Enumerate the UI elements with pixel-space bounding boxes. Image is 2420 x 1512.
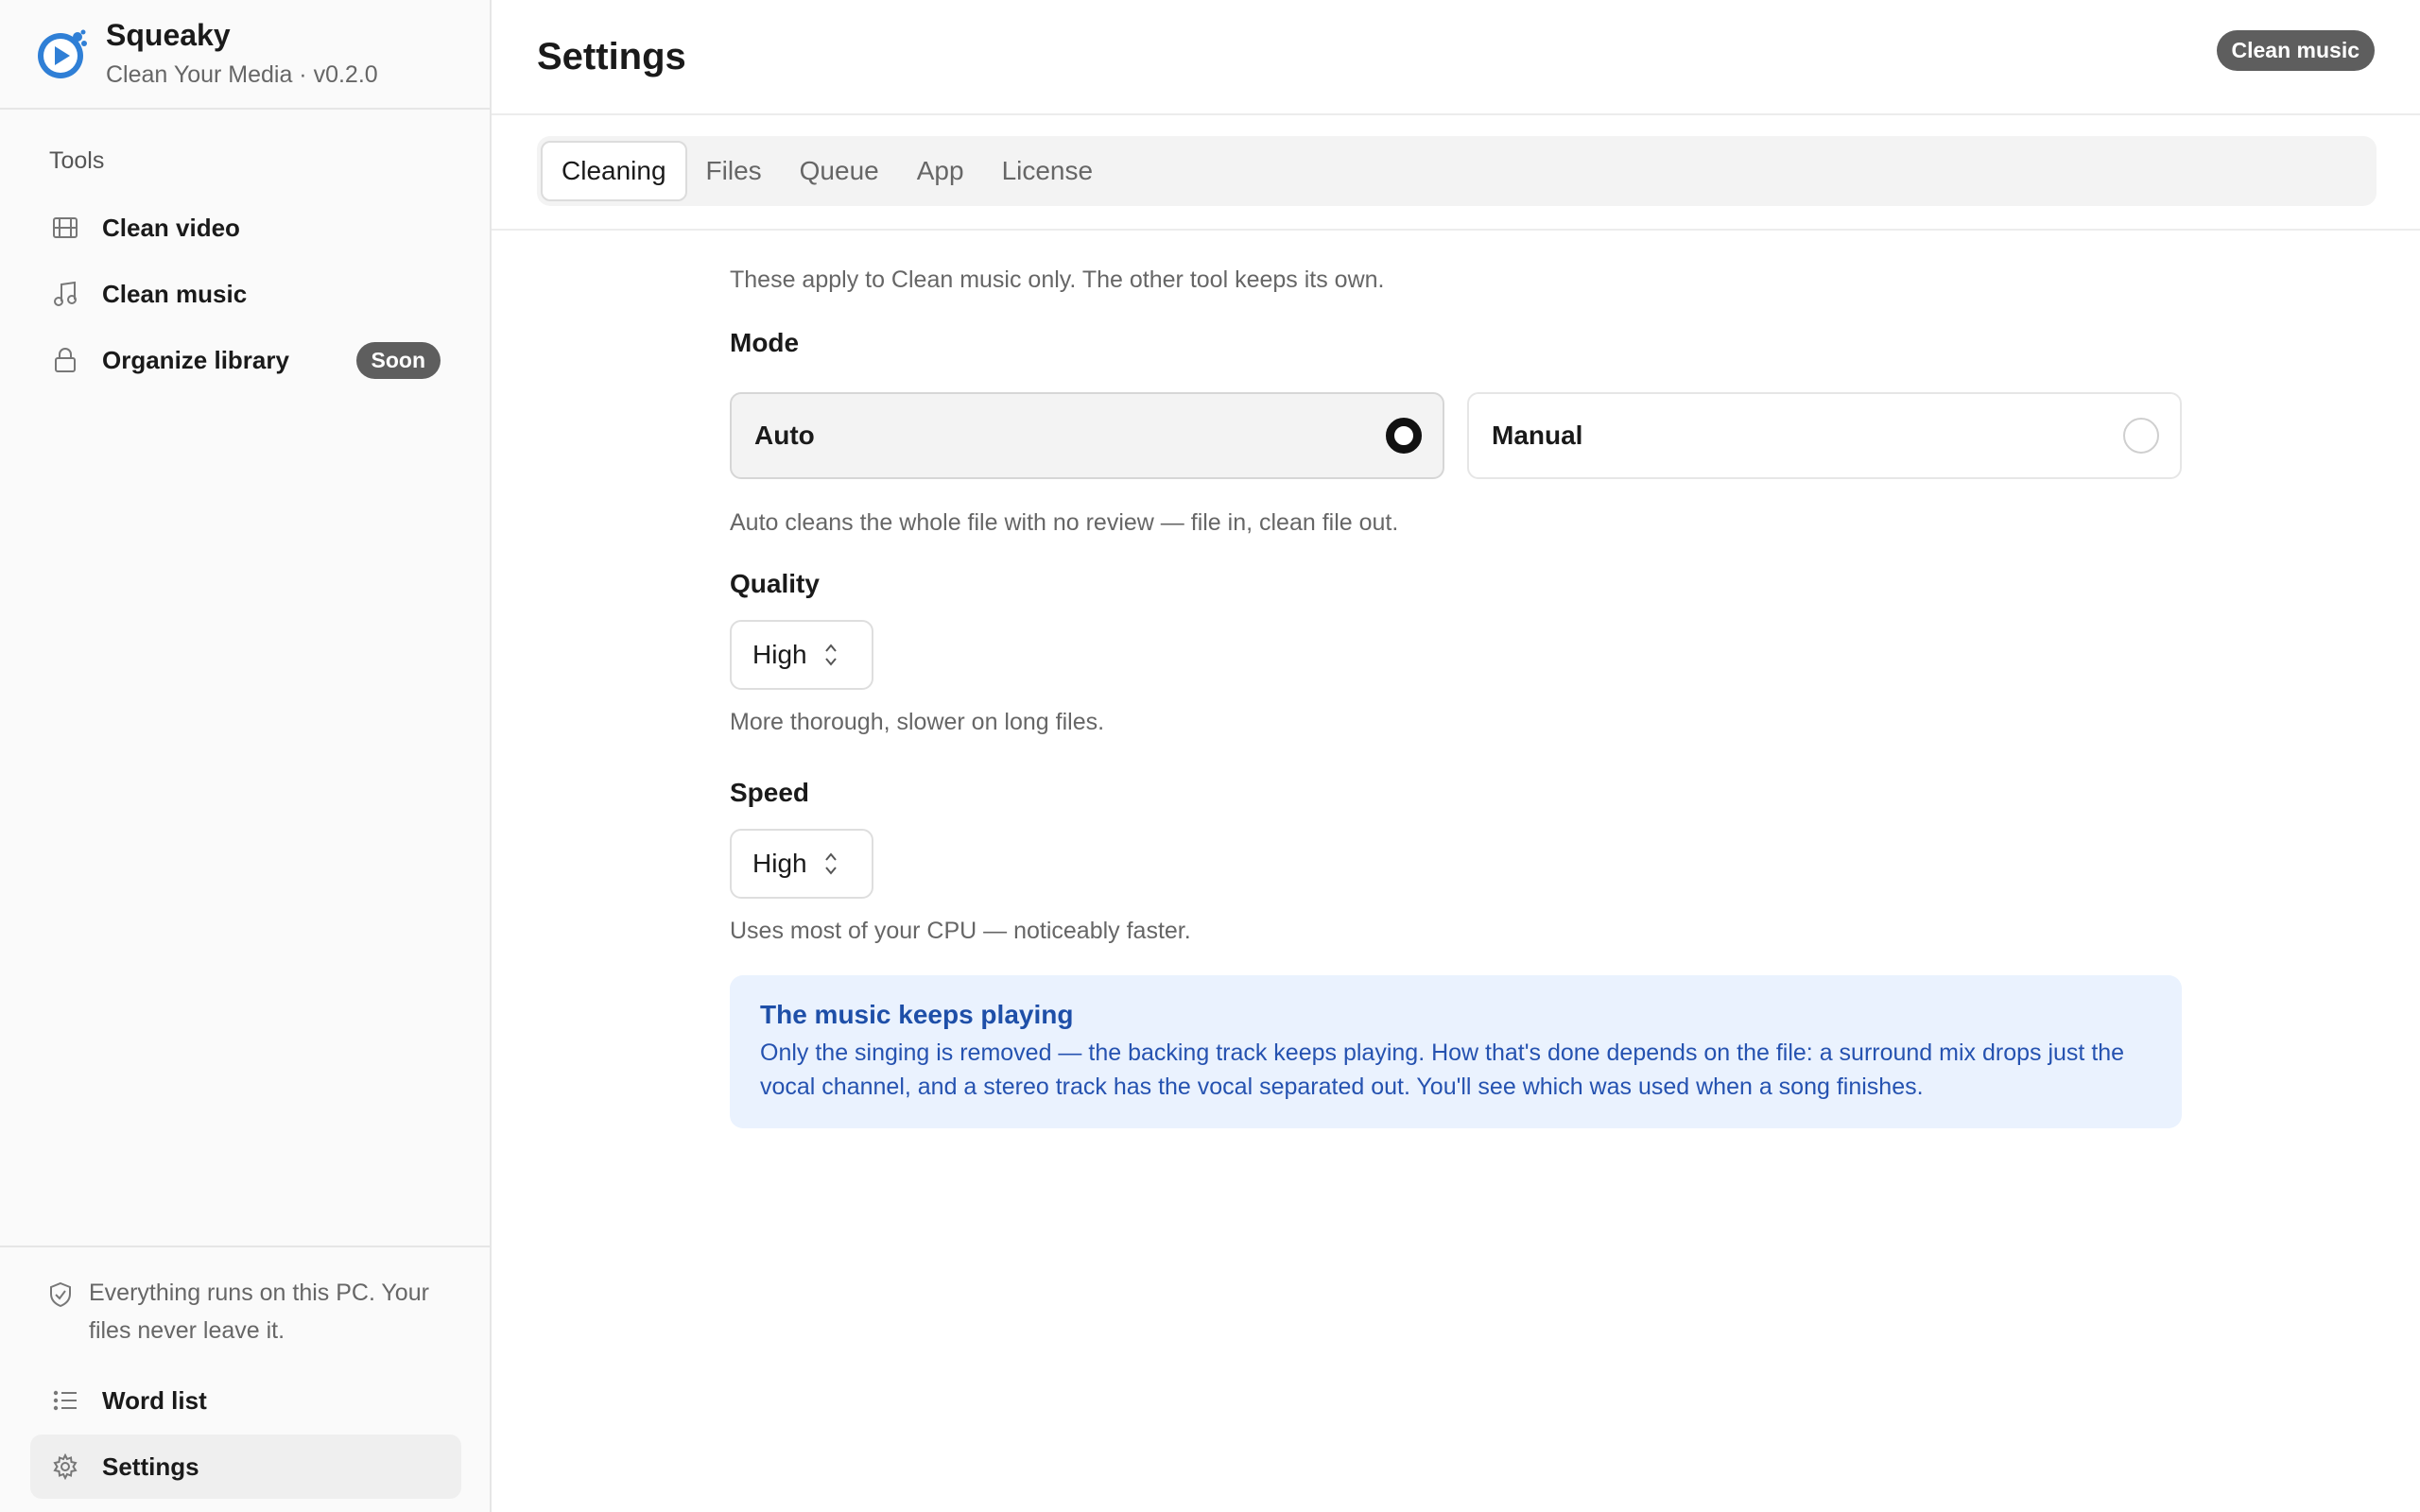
intro-text: These apply to Clean music only. The oth… — [730, 266, 1385, 293]
radio-manual[interactable] — [2123, 418, 2159, 454]
sidebar-item-label: Word list — [102, 1385, 207, 1415]
sidebar-item-label: Clean video — [102, 213, 240, 242]
chevron-up-down-icon — [822, 850, 839, 878]
top-bar: Settings Clean music — [492, 0, 2420, 115]
speed-value: High — [752, 849, 807, 878]
quality-help: More thorough, slower on long files. — [730, 709, 1105, 735]
tab-app[interactable]: App — [898, 141, 983, 201]
mode-options: Auto Manual — [730, 392, 2182, 479]
app-logo-icon — [38, 29, 87, 78]
speed-select[interactable]: High — [730, 829, 873, 899]
sidebar-item-organize-library[interactable]: Organize library Soon — [30, 327, 461, 393]
privacy-text: Everything runs on this PC. Your files n… — [89, 1280, 429, 1344]
quality-value: High — [752, 640, 807, 669]
sidebar-item-label: Clean music — [102, 279, 248, 308]
tabs-divider — [492, 229, 2420, 231]
info-callout: The music keeps playing Only the singing… — [730, 975, 2182, 1128]
sidebar-item-clean-music[interactable]: Clean music — [30, 261, 461, 327]
sidebar-item-label: Organize library — [102, 345, 289, 374]
mode-title: Mode — [730, 328, 800, 357]
sidebar-item-clean-video[interactable]: Clean video — [30, 195, 461, 261]
quality-select[interactable]: High — [730, 620, 873, 690]
speed-help: Uses most of your CPU — noticeably faste… — [730, 918, 1191, 944]
main-panel: Settings Clean music Cleaning Files Queu… — [492, 0, 2420, 1512]
app-name: Squeaky — [106, 18, 231, 52]
speed-title: Speed — [730, 778, 810, 807]
page-title: Settings — [537, 36, 686, 77]
privacy-note: Everything runs on this PC. Your files n… — [49, 1274, 456, 1349]
mode-option-manual[interactable]: Manual — [1467, 392, 2182, 479]
radio-auto[interactable] — [1386, 418, 1422, 454]
cleaning-settings: These apply to Clean music only. The oth… — [730, 266, 2182, 1128]
callout-title: The music keeps playing — [760, 1000, 1074, 1029]
sidebar-item-label: Settings — [102, 1452, 199, 1481]
soon-badge: Soon — [355, 341, 441, 379]
tab-queue[interactable]: Queue — [781, 141, 898, 201]
chevron-up-down-icon — [822, 641, 839, 669]
tab-files[interactable]: Files — [687, 141, 781, 201]
mode-option-auto[interactable]: Auto — [730, 392, 1444, 479]
gear-icon — [51, 1452, 79, 1481]
film-icon — [51, 214, 79, 242]
settings-tabs: Cleaning Files Queue App License — [537, 136, 2377, 206]
sidebar-footer: Everything runs on this PC. Your files n… — [0, 1246, 490, 1512]
lock-icon — [51, 346, 79, 374]
mode-option-label: Manual — [1492, 421, 1583, 450]
mode-option-label: Auto — [754, 421, 815, 450]
tab-license[interactable]: License — [983, 141, 1113, 201]
callout-body: Only the singing is removed — the backin… — [760, 1040, 2125, 1100]
tools-nav: Clean video Clean music Organize library… — [30, 195, 461, 393]
sidebar: Squeaky Clean Your Media · v0.2.0 Tools … — [0, 0, 492, 1512]
music-note-icon — [51, 280, 79, 308]
mode-help: Auto cleans the whole file with no revie… — [730, 509, 1399, 536]
tab-cleaning[interactable]: Cleaning — [541, 141, 687, 201]
quality-title: Quality — [730, 569, 820, 598]
sidebar-item-settings[interactable]: Settings — [30, 1435, 461, 1499]
app-subtitle: Clean Your Media · v0.2.0 — [106, 61, 378, 88]
tools-section-title: Tools — [49, 147, 105, 174]
list-icon — [51, 1386, 79, 1415]
shield-check-icon — [49, 1281, 72, 1313]
brand-header: Squeaky Clean Your Media · v0.2.0 — [0, 0, 490, 110]
context-badge: Clean music — [2216, 30, 2375, 71]
sidebar-item-word-list[interactable]: Word list — [30, 1368, 461, 1433]
